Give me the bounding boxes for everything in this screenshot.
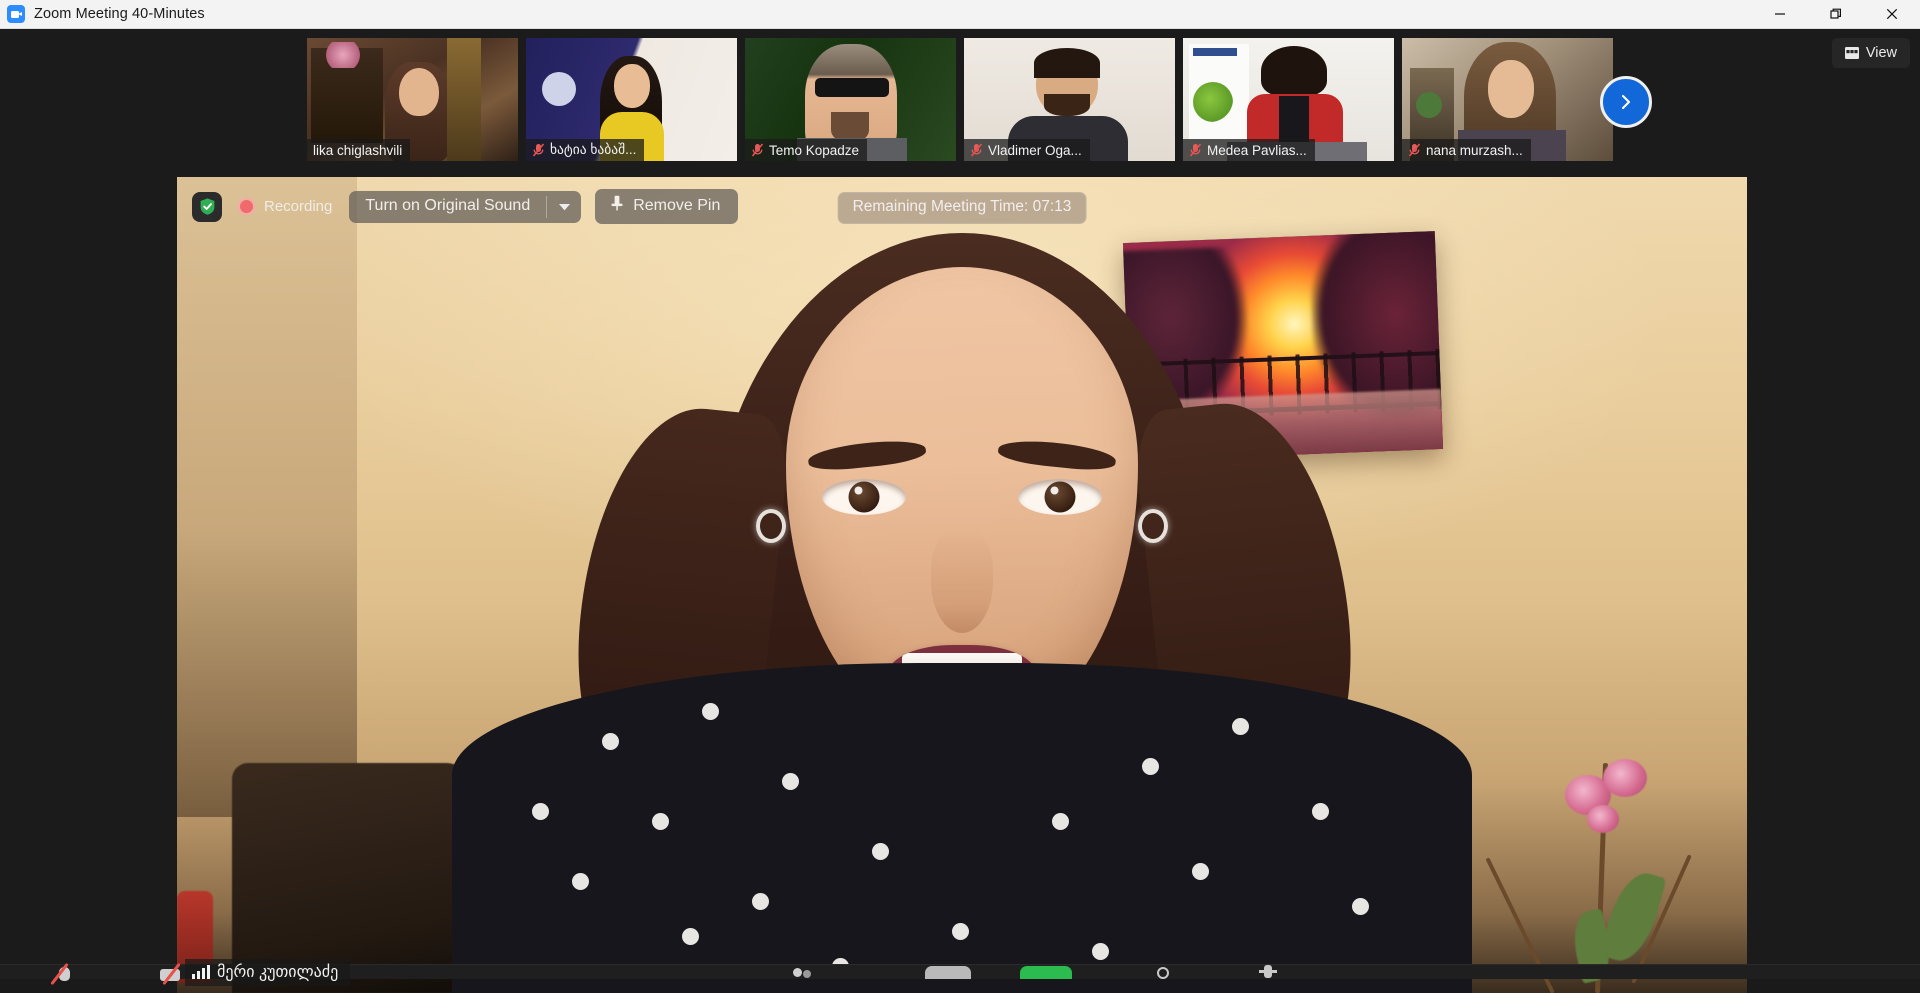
chat-icon <box>925 966 971 979</box>
microphone-muted-icon <box>1189 143 1202 157</box>
participant-thumbnail[interactable]: ხატია ხაბაშ... <box>526 38 737 161</box>
microphone-muted-icon <box>1408 143 1421 157</box>
participant-thumbnail[interactable]: nana murzash... <box>1402 38 1613 161</box>
speaker-figure <box>452 177 1472 993</box>
window-title: Zoom Meeting 40-Minutes <box>34 6 205 22</box>
microphone-muted-icon <box>532 143 545 157</box>
microphone-muted-icon <box>751 143 764 157</box>
view-button[interactable]: View <box>1831 38 1910 68</box>
turn-on-original-sound-button[interactable]: Turn on Original Sound <box>349 190 582 223</box>
window-titlebar: Zoom Meeting 40-Minutes <box>0 0 1920 29</box>
zoom-meeting-window: lika chiglashvili ხატია ხაბაშ... Temo Ko… <box>0 29 1920 993</box>
participant-thumbnail[interactable]: Medea Pavlias... <box>1183 38 1394 161</box>
restore-icon[interactable] <box>1808 0 1864 29</box>
close-icon[interactable] <box>1864 0 1920 29</box>
participant-thumbnail[interactable]: Vladimer Oga... <box>964 38 1175 161</box>
participants-button[interactable] <box>790 965 816 979</box>
recording-indicator[interactable]: Recording <box>238 198 332 215</box>
thumbnail-name-bar: Medea Pavlias... <box>1183 139 1315 161</box>
thumbnail-name-bar: lika chiglashvili <box>307 139 411 161</box>
thumbnail-name: Medea Pavlias... <box>1207 142 1307 158</box>
thumbnail-name: Temo Kopadze <box>769 142 860 158</box>
microphone-muted-icon <box>50 962 78 986</box>
active-speaker-name: მერი კუთილაძე <box>217 964 339 981</box>
chevron-right-icon <box>1617 93 1635 111</box>
thumbnail-name-bar: nana murzash... <box>1402 139 1531 161</box>
participant-thumbnail[interactable]: Temo Kopadze <box>745 38 956 161</box>
thumbnail-name: lika chiglashvili <box>313 142 403 158</box>
thumbnail-name-bar: Temo Kopadze <box>745 139 868 161</box>
recording-label: Recording <box>264 198 333 215</box>
thumbnail-name-bar: ხატია ხაბაშ... <box>526 139 645 161</box>
reactions-icon <box>1255 965 1281 979</box>
remove-pin-label: Remove Pin <box>633 196 721 214</box>
chat-button[interactable] <box>925 966 971 979</box>
record-icon <box>1150 965 1176 979</box>
grid-view-icon <box>1844 47 1859 59</box>
share-screen-icon <box>1020 966 1072 979</box>
video-overlay-toolbar: Recording Turn on Original Sound Remove … <box>192 189 739 224</box>
thumbnail-name: ხატია ხაბაშ... <box>550 142 637 157</box>
stop-video-button[interactable] <box>158 962 184 986</box>
share-screen-button[interactable] <box>1020 966 1072 979</box>
plant <box>1485 733 1721 993</box>
shield-check-icon[interactable] <box>192 191 222 222</box>
active-speaker-name-plate: მერი კუთილაძე <box>185 959 351 986</box>
remove-pin-button[interactable]: Remove Pin <box>595 189 739 224</box>
original-sound-label: Turn on Original Sound <box>365 196 531 214</box>
remaining-meeting-time: Remaining Meeting Time: 07:13 <box>837 192 1087 224</box>
active-speaker-video[interactable]: Recording Turn on Original Sound Remove … <box>177 177 1747 993</box>
view-button-label: View <box>1865 45 1897 61</box>
thumbnail-name: Vladimer Oga... <box>988 142 1082 158</box>
zoom-camera-icon <box>7 5 25 23</box>
participant-thumbnail[interactable]: lika chiglashvili <box>307 38 518 161</box>
chevron-down-icon[interactable] <box>547 191 581 223</box>
thumbnail-name-bar: Vladimer Oga... <box>964 139 1090 161</box>
wall-shadow <box>177 177 357 817</box>
pin-icon <box>610 195 624 216</box>
mute-button[interactable] <box>50 962 78 986</box>
signal-bars-icon <box>192 965 210 979</box>
participants-icon <box>790 965 816 979</box>
microphone-muted-icon <box>970 143 983 157</box>
record-button[interactable] <box>1150 965 1176 979</box>
reactions-button[interactable] <box>1255 965 1281 979</box>
next-page-button[interactable] <box>1600 76 1652 128</box>
thumbnail-name: nana murzash... <box>1426 142 1523 158</box>
participant-thumbnail-strip: lika chiglashvili ხატია ხაბაშ... Temo Ko… <box>0 29 1920 177</box>
minimize-icon[interactable] <box>1752 0 1808 29</box>
camera-muted-icon <box>158 962 184 986</box>
record-dot-icon <box>238 198 255 215</box>
